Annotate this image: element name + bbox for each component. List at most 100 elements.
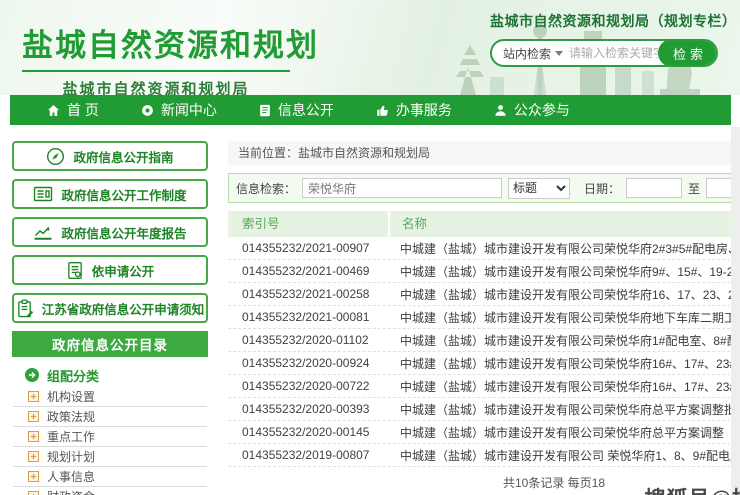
- row-index-number: 014355232/2020-01102: [228, 333, 388, 347]
- header-right: 盐城市自然资源和规划局（规划专栏） 站内检索 检索: [490, 11, 718, 67]
- row-title-link[interactable]: 中城建（盐城）城市建设开发有限公司荣悦华府16、17、23、29、 ...: [388, 286, 740, 303]
- table-header: 索引号 名称 发布日期: [228, 211, 740, 237]
- sidebar-boxes: 政府信息公开指南政府信息公开工作制度政府信息公开年度报告依申请公开江苏省政府信息…: [12, 141, 208, 323]
- table-row: 014355232/2021-00469中城建（盐城）城市建设开发有限公司荣悦华…: [228, 260, 740, 283]
- brand-block: 盐城自然资源和规划 盐城市自然资源和规划局: [22, 20, 290, 95]
- row-index-number: 014355232/2021-00258: [228, 287, 388, 301]
- row-title-link[interactable]: 中城建（盐城）城市建设开发有限公司荣悦华府地下车库二期工程A区-2 ...: [388, 309, 740, 326]
- row-index-number: 014355232/2020-00924: [228, 356, 388, 370]
- date-from-input[interactable]: [626, 178, 682, 198]
- nav-item-service-thumb[interactable]: 办事服务: [355, 100, 473, 120]
- sidebar-box[interactable]: 政府信息公开工作制度: [12, 179, 208, 209]
- nav-item-news[interactable]: 新闻中心: [120, 100, 238, 120]
- table-row: 014355232/2020-00722中城建（盐城）城市建设开发有限公司荣悦华…: [228, 375, 740, 398]
- sidebar-box-label: 江苏省政府信息公开申请须知: [42, 299, 205, 318]
- search-scope-label: 站内检索: [503, 45, 551, 62]
- table-row: 014355232/2020-00145中城建（盐城）城市建设开发有限公司荣悦华…: [228, 421, 740, 444]
- plus-box-icon: [28, 431, 39, 442]
- report-chart-icon: [33, 223, 53, 241]
- sidebar-box-label: 政府信息公开年度报告: [61, 223, 186, 242]
- category-item[interactable]: 重点工作: [13, 427, 207, 447]
- date-to-label: 至: [688, 180, 700, 197]
- guide-compass-icon: [46, 147, 65, 166]
- breadcrumb: 当前位置：盐城市自然资源和规划局: [228, 141, 740, 165]
- arrow-circle-icon: [25, 368, 39, 382]
- nav-item-label: 首 页: [67, 100, 99, 120]
- column-header-name: 名称: [390, 211, 740, 237]
- field-select[interactable]: 标题: [508, 178, 570, 199]
- row-index-number: 014355232/2019-00807: [228, 448, 388, 462]
- right-margin-strip: [731, 127, 740, 495]
- keyword-input[interactable]: [302, 178, 502, 198]
- sidebar-box[interactable]: 政府信息公开指南: [12, 141, 208, 171]
- category-item[interactable]: 人事信息: [13, 467, 207, 487]
- directory-button[interactable]: 政府信息公开目录: [12, 331, 208, 357]
- row-index-number: 014355232/2020-00145: [228, 425, 388, 439]
- nav-item-label: 公众参与: [514, 100, 570, 120]
- sidebar-box[interactable]: 江苏省政府信息公开申请须知: [12, 293, 208, 323]
- site-title: 盐城自然资源和规划: [22, 20, 290, 65]
- table-row: 014355232/2021-00258中城建（盐城）城市建设开发有限公司荣悦华…: [228, 283, 740, 306]
- table-row: 014355232/2019-00807中城建（盐城）城市建设开发有限公司 荣悦…: [228, 444, 740, 467]
- info-disclosure-icon: [259, 104, 271, 117]
- sidebar-box[interactable]: 依申请公开: [12, 255, 208, 285]
- row-index-number: 014355232/2021-00081: [228, 310, 388, 324]
- nav-item-label: 办事服务: [396, 100, 452, 120]
- news-icon: [141, 104, 154, 117]
- site-search-input[interactable]: [569, 46, 658, 60]
- site-search-button[interactable]: 检索: [658, 39, 716, 67]
- table-row: 014355232/2021-00907中城建（盐城）城市建设开发有限公司荣悦华…: [228, 237, 740, 260]
- sidebar-box[interactable]: 政府信息公开年度报告: [12, 217, 208, 247]
- plus-box-icon: [28, 471, 39, 482]
- column-header-index: 索引号: [228, 211, 388, 237]
- plus-box-icon: [28, 391, 39, 402]
- sidebar-box-label: 依申请公开: [92, 261, 155, 280]
- nav-item-label: 新闻中心: [161, 100, 217, 120]
- nav-item-info-disclosure[interactable]: 信息公开: [238, 100, 355, 120]
- notice-clipboard-icon: [16, 299, 34, 318]
- row-title-link[interactable]: 中城建（盐城）城市建设开发有限公司荣悦华府2#3#5#配电房、4# ...: [388, 240, 740, 257]
- nav-item-participation-person[interactable]: 公众参与: [473, 100, 591, 120]
- main-nav: 首 页 新闻中心 信息公开 办事服务 公众参与: [10, 95, 731, 125]
- row-title-link[interactable]: 中城建（盐城）城市建设开发有限公司荣悦华府总平方案调整批后公告: [388, 401, 740, 418]
- row-title-link[interactable]: 中城建（盐城）城市建设开发有限公司荣悦华府1#配电室、8#配电室、 ...: [388, 332, 740, 349]
- system-newspaper-icon: [33, 185, 53, 203]
- filter-label: 信息检索：: [236, 180, 296, 197]
- group-title: 组配分类: [47, 366, 99, 385]
- table-row: 014355232/2020-00924中城建（盐城）城市建设开发有限公司荣悦华…: [228, 352, 740, 375]
- sidebar-box-label: 政府信息公开工作制度: [61, 185, 186, 204]
- row-title-link[interactable]: 中城建（盐城）城市建设开发有限公司荣悦华府9#、15#、19-20 ...: [388, 263, 740, 280]
- category-item[interactable]: 财政资金: [13, 487, 207, 495]
- category-item[interactable]: 规划计划: [13, 447, 207, 467]
- table-row: 014355232/2020-00393中城建（盐城）城市建设开发有限公司荣悦华…: [228, 398, 740, 421]
- table-row: 014355232/2020-01102中城建（盐城）城市建设开发有限公司荣悦华…: [228, 329, 740, 352]
- row-index-number: 014355232/2020-00393: [228, 402, 388, 416]
- table-row: 014355232/2021-00081中城建（盐城）城市建设开发有限公司荣悦华…: [228, 306, 740, 329]
- row-title-link[interactable]: 中城建（盐城）城市建设开发有限公司荣悦华府16#、17#、23#、 ...: [388, 355, 740, 372]
- category-label: 财政资金: [47, 488, 95, 495]
- sidebar: 政府信息公开指南政府信息公开工作制度政府信息公开年度报告依申请公开江苏省政府信息…: [12, 141, 208, 495]
- filter-bar: 信息检索： 标题 日期： 至 检索: [228, 173, 740, 203]
- row-title-link[interactable]: 中城建（盐城）城市建设开发有限公司 荣悦华府1、8、9#配电房补发 ...: [388, 447, 740, 464]
- portal-title: 盐城市自然资源和规划局（规划专栏）: [490, 11, 718, 31]
- category-label: 人事信息: [47, 468, 95, 485]
- plus-box-icon: [28, 411, 39, 422]
- category-item[interactable]: 机构设置: [13, 387, 207, 407]
- nav-item-label: 信息公开: [278, 100, 334, 120]
- search-scope-dropdown[interactable]: 站内检索: [492, 45, 569, 62]
- plus-box-icon: [28, 451, 39, 462]
- service-thumb-icon: [376, 104, 389, 117]
- row-index-number: 014355232/2020-00722: [228, 379, 388, 393]
- date-label: 日期：: [584, 180, 620, 197]
- participation-person-icon: [494, 104, 507, 117]
- category-item[interactable]: 政策法规: [13, 407, 207, 427]
- row-title-link[interactable]: 中城建（盐城）城市建设开发有限公司荣悦华府16#、17#、23#、 ...: [388, 378, 740, 395]
- plus-box-icon: [28, 491, 39, 495]
- group-category-header: 组配分类: [12, 363, 208, 387]
- row-index-number: 014355232/2021-00469: [228, 264, 388, 278]
- nav-item-home[interactable]: 首 页: [26, 100, 120, 120]
- sidebar-box-label: 政府信息公开指南: [73, 147, 173, 166]
- main-panel: 当前位置：盐城市自然资源和规划局 信息检索： 标题 日期： 至 检索 索引号 名…: [228, 141, 740, 495]
- row-title-link[interactable]: 中城建（盐城）城市建设开发有限公司荣悦华府总平方案调整: [388, 424, 740, 441]
- row-index-number: 014355232/2021-00907: [228, 241, 388, 255]
